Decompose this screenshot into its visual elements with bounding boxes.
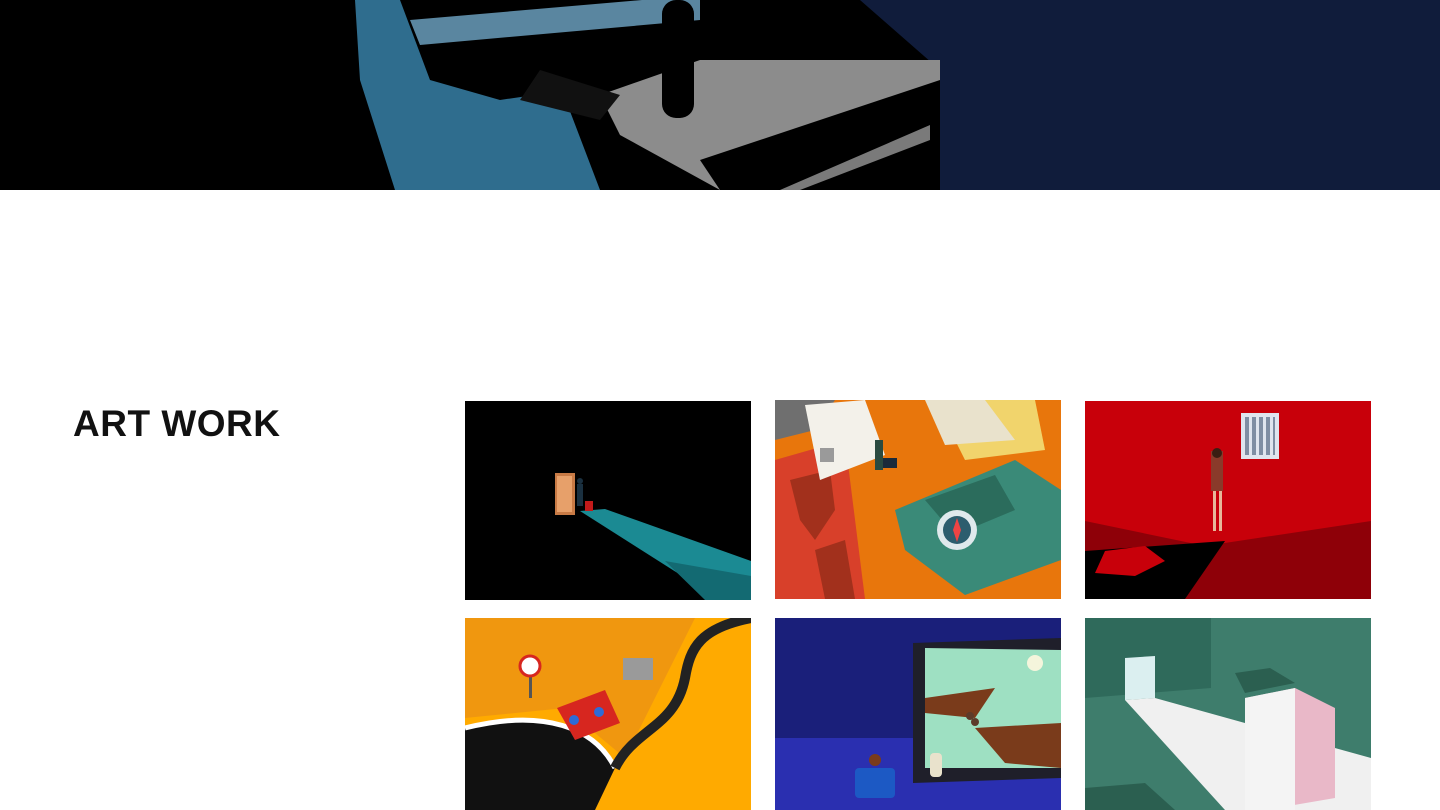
tablet-with-ducks-and-viewer [775, 618, 1061, 810]
artwork-tile-6[interactable] [1085, 618, 1371, 810]
hero-banner-image [0, 0, 1440, 190]
artwork-tile-4[interactable] [465, 618, 751, 810]
woman-at-prison-window-in-red [1085, 401, 1371, 599]
artwork-tile-2[interactable] [775, 400, 1061, 599]
section-title: ART WORK [73, 403, 281, 444]
passport-and-map-notebook [775, 400, 1061, 599]
red-car-on-winding-road [465, 618, 751, 810]
suitcase-handle-illustration [0, 0, 1440, 190]
artwork-tile-3[interactable] [1085, 401, 1371, 599]
figure-with-suitcase-at-door-in-dark [465, 401, 751, 600]
artwork-tile-1[interactable] [465, 401, 751, 600]
artwork-tile-5[interactable] [775, 618, 1061, 810]
green-room-with-building [1085, 618, 1371, 810]
